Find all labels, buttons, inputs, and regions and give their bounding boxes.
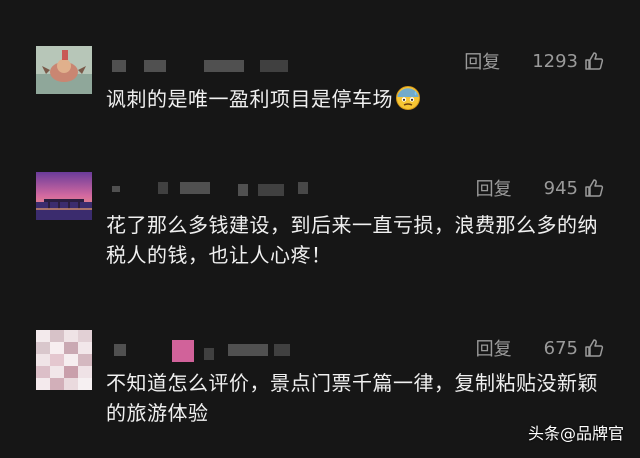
thumbs-up-icon[interactable] <box>584 338 604 358</box>
comment-actions: 回复 1293 <box>464 48 604 74</box>
username-obscured[interactable] <box>108 340 318 362</box>
thumbs-up-icon[interactable] <box>584 51 604 71</box>
reply-button[interactable]: 回复 <box>476 335 512 361</box>
like-count: 1293 <box>532 50 578 72</box>
comment-actions: 回复 945 <box>476 175 604 201</box>
anxious-sweat-emoji-icon <box>396 86 420 110</box>
thumbs-up-icon[interactable] <box>584 178 604 198</box>
username-obscured[interactable] <box>108 56 318 72</box>
reply-button[interactable]: 回复 <box>464 48 500 74</box>
user-avatar[interactable] <box>36 46 92 94</box>
comment-text: 讽刺的是唯一盈利项目是停车场 <box>106 84 610 114</box>
comment-text: 不知道怎么评价，景点门票千篇一律，复制粘贴没新颖的旅游体验 <box>106 368 610 428</box>
comment-body: 不知道怎么评价，景点门票千篇一律，复制粘贴没新颖的旅游体验 <box>106 371 598 425</box>
user-avatar[interactable] <box>36 172 92 220</box>
user-avatar[interactable] <box>36 330 92 390</box>
watermark-prefix: 头条 <box>527 424 560 443</box>
comment-text: 花了那么多钱建设，到后来一直亏损，浪费那么多的纳税人的钱，也让人心疼！ <box>106 210 610 270</box>
comment-list: 回复 1293 讽刺的是唯一盈利项目是停车场 回复 945 花了那么多钱建设，到… <box>0 0 640 458</box>
comment-body: 花了那么多钱建设，到后来一直亏损，浪费那么多的纳税人的钱，也让人心疼！ <box>106 213 598 267</box>
reply-button[interactable]: 回复 <box>476 175 512 201</box>
watermark: 头条 @品牌官 <box>528 420 624 444</box>
like-count: 675 <box>543 337 578 359</box>
watermark-handle: @品牌官 <box>559 424 624 443</box>
comment-body: 讽刺的是唯一盈利项目是停车场 <box>106 87 393 111</box>
username-obscured[interactable] <box>108 180 318 196</box>
like-count: 945 <box>543 177 578 199</box>
comment-actions: 回复 675 <box>476 335 604 361</box>
